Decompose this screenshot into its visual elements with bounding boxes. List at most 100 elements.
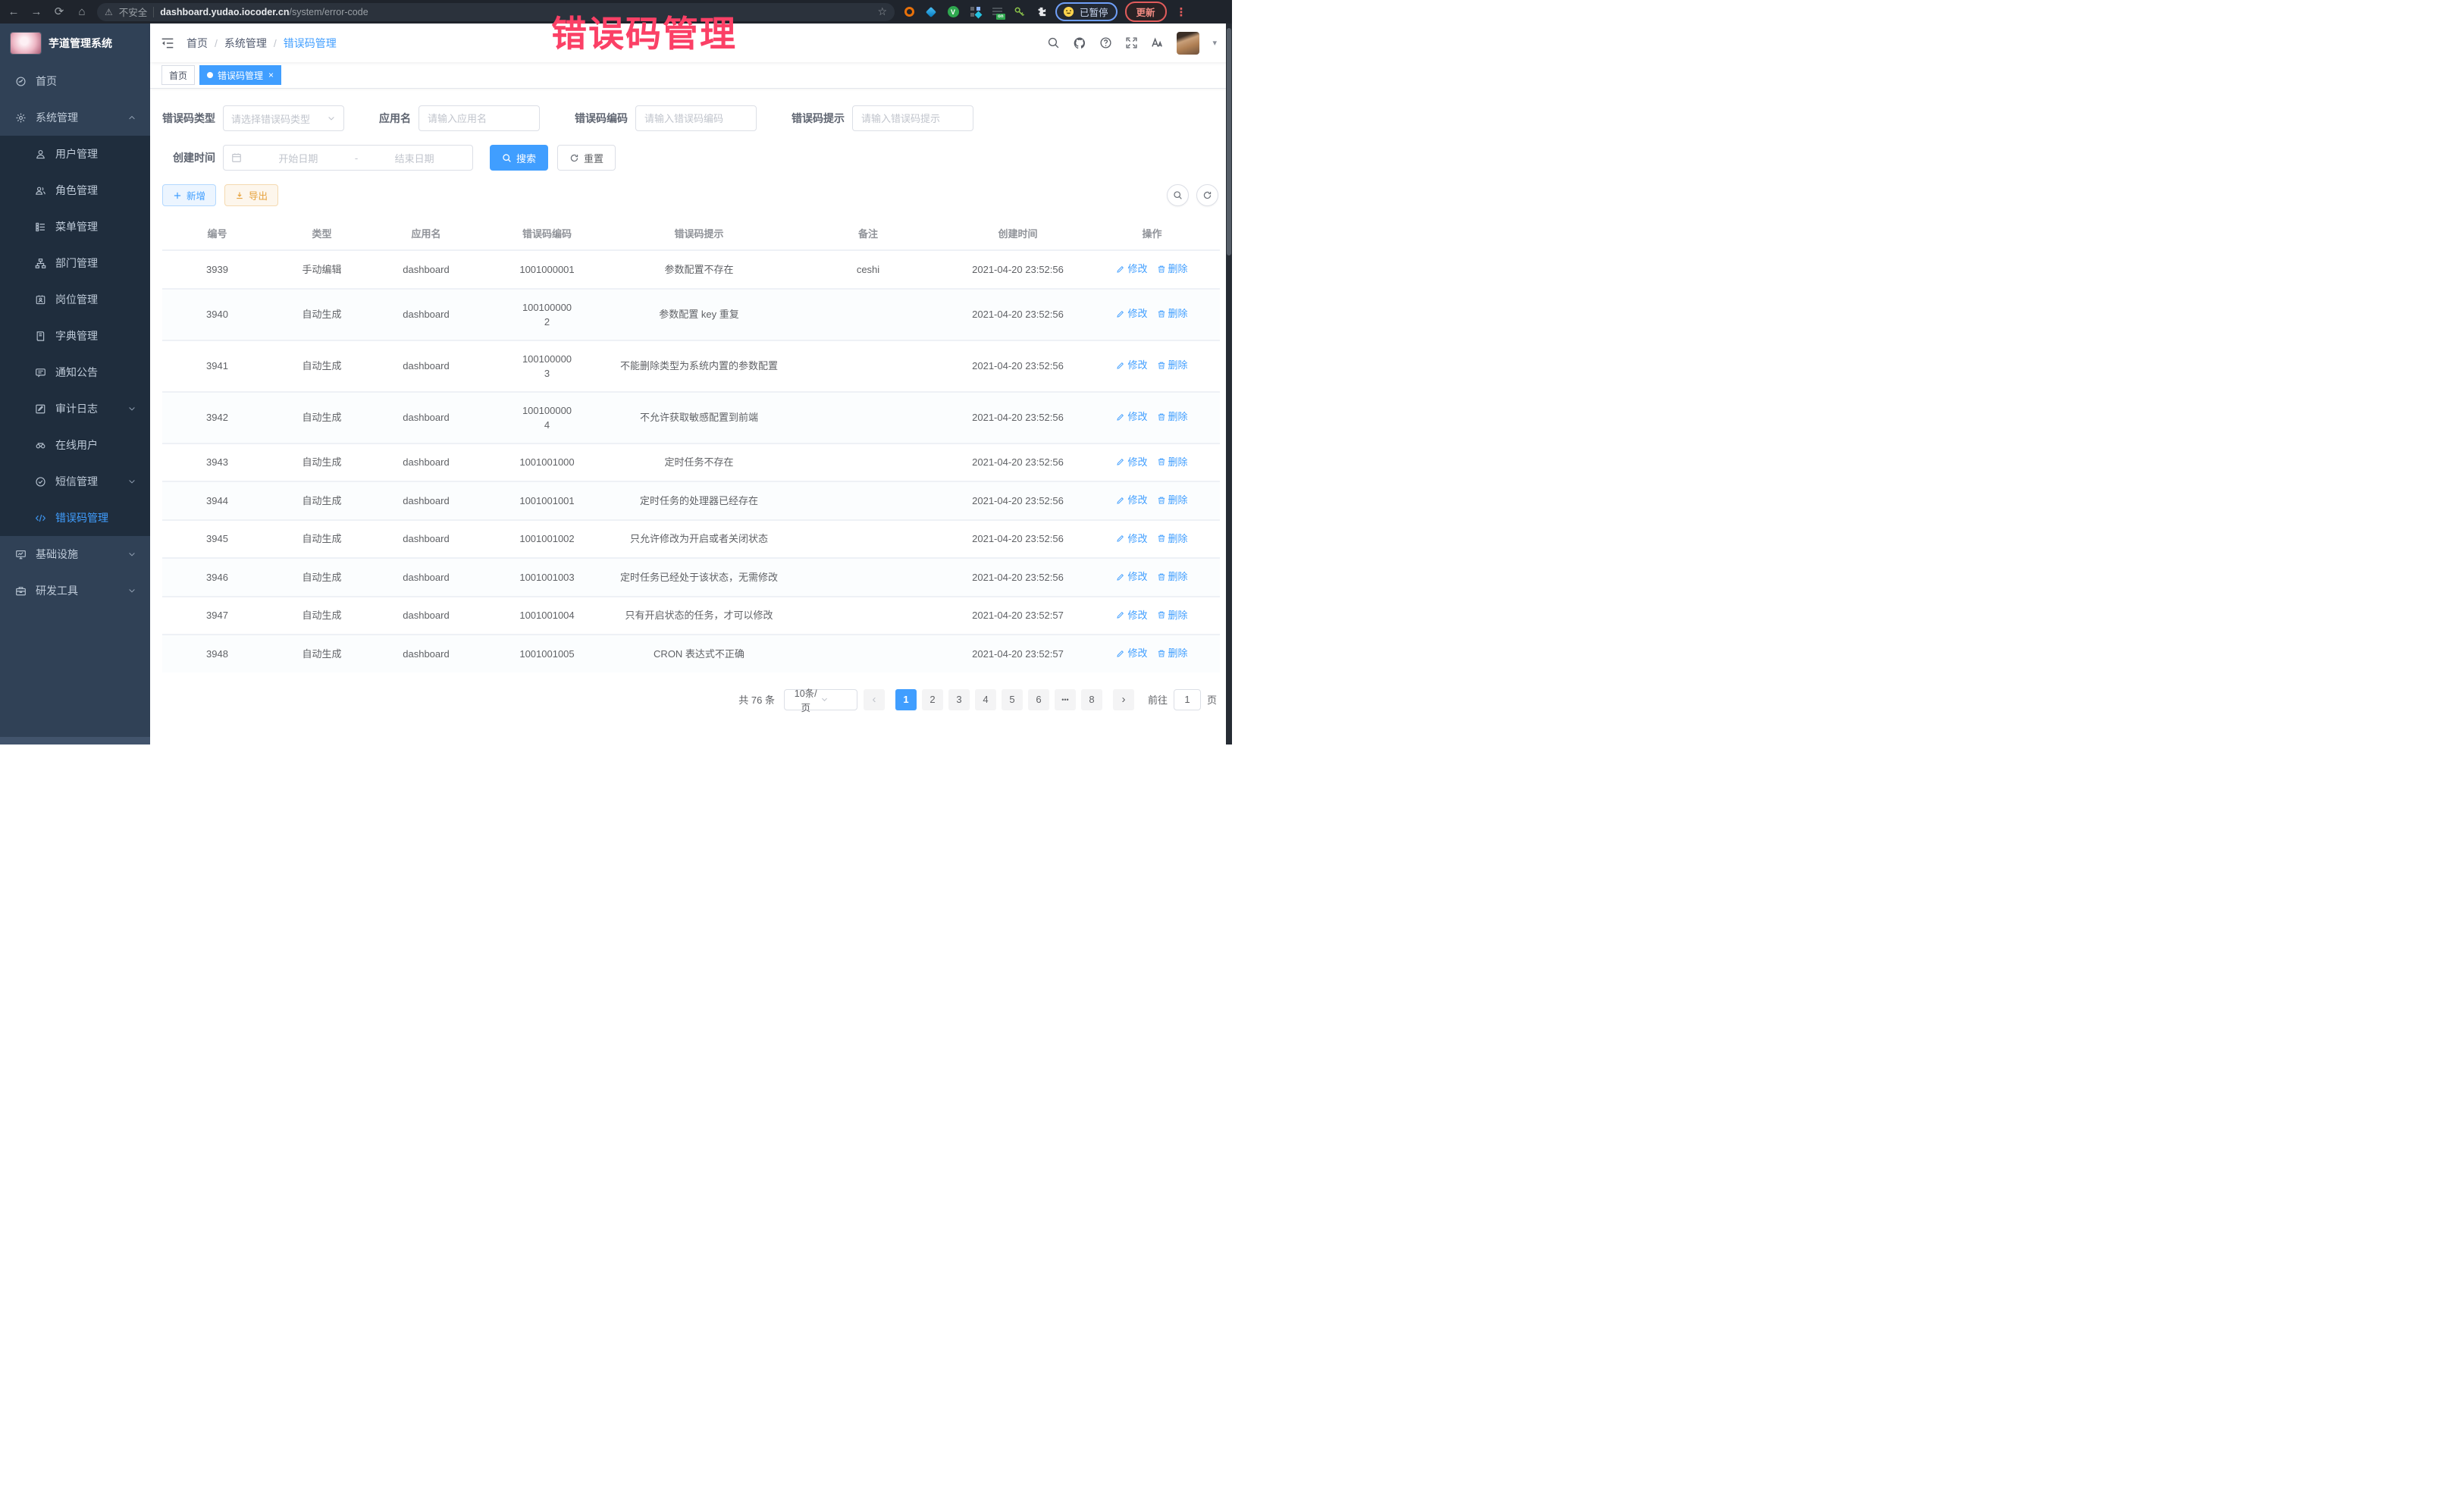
edit-link[interactable]: 修改 bbox=[1116, 409, 1147, 424]
page-button-8[interactable]: 8 bbox=[1081, 689, 1102, 710]
delete-link[interactable]: 删除 bbox=[1157, 646, 1188, 660]
edit-link[interactable]: 修改 bbox=[1116, 646, 1147, 660]
delete-link[interactable]: 删除 bbox=[1157, 608, 1188, 622]
home-icon[interactable]: ⌂ bbox=[74, 0, 89, 24]
forward-icon[interactable]: → bbox=[29, 0, 44, 24]
page-button-3[interactable]: 3 bbox=[948, 689, 970, 710]
vue-devtools-extension-icon[interactable]: V bbox=[946, 5, 960, 19]
tab-close-icon[interactable]: × bbox=[268, 71, 274, 80]
key-extension-icon[interactable] bbox=[1012, 5, 1026, 19]
url-text[interactable]: dashboard.yudao.iocoder.cn/system/error-… bbox=[160, 7, 368, 17]
browser-update-button[interactable]: 更新 bbox=[1125, 2, 1167, 22]
switch-on-extension-icon[interactable]: on bbox=[990, 5, 1004, 19]
page-button-4[interactable]: 4 bbox=[975, 689, 996, 710]
search-icon[interactable] bbox=[1047, 36, 1060, 49]
page-button-6[interactable]: 6 bbox=[1028, 689, 1049, 710]
sidebar-item-infrastructure[interactable]: 基础设施 bbox=[0, 536, 150, 572]
error-message-input[interactable] bbox=[852, 105, 973, 131]
back-icon[interactable]: ← bbox=[6, 0, 21, 24]
sidebar-item-system-management[interactable]: 系统管理 bbox=[0, 99, 150, 136]
page-size-select[interactable]: 10条/页 bbox=[784, 689, 857, 710]
grid-extension-icon[interactable] bbox=[968, 5, 982, 19]
delete-link[interactable]: 删除 bbox=[1157, 409, 1188, 424]
orange-ring-extension-icon[interactable] bbox=[902, 5, 916, 19]
more-pages-button[interactable]: ••• bbox=[1055, 689, 1076, 710]
sidebar-item-department-management[interactable]: 部门管理 bbox=[0, 245, 150, 281]
reset-button[interactable]: 重置 bbox=[557, 145, 616, 171]
sidebar-item-sms-management[interactable]: 短信管理 bbox=[0, 463, 150, 500]
next-page-button[interactable]: › bbox=[1113, 689, 1134, 710]
sidebar-item-dev-tools[interactable]: 研发工具 bbox=[0, 572, 150, 609]
edit-link[interactable]: 修改 bbox=[1116, 569, 1147, 584]
page-button-5[interactable]: 5 bbox=[1002, 689, 1023, 710]
font-size-icon[interactable] bbox=[1151, 36, 1164, 49]
delete-link[interactable]: 删除 bbox=[1157, 531, 1188, 546]
edit-link[interactable]: 修改 bbox=[1116, 262, 1147, 276]
page-button-1[interactable]: 1 bbox=[895, 689, 917, 710]
sidebar-item-role-management[interactable]: 角色管理 bbox=[0, 172, 150, 208]
edit-link[interactable]: 修改 bbox=[1116, 608, 1147, 622]
edit-link[interactable]: 修改 bbox=[1116, 455, 1147, 469]
error-code-type-select[interactable]: 请选择错误码类型 bbox=[223, 105, 344, 131]
sidebar-item-menu-management[interactable]: 菜单管理 bbox=[0, 208, 150, 245]
page-size-value: 10条/页 bbox=[791, 685, 821, 714]
scrollbar-thumb[interactable] bbox=[1227, 28, 1231, 255]
fullscreen-icon[interactable] bbox=[1125, 36, 1138, 49]
tab-error-code-management[interactable]: 错误码管理× bbox=[199, 65, 281, 85]
end-date-placeholder[interactable]: 结束日期 bbox=[364, 151, 465, 165]
app-name-input[interactable] bbox=[419, 105, 540, 131]
show-search-button[interactable] bbox=[1167, 184, 1189, 206]
error-code-input[interactable] bbox=[635, 105, 757, 131]
breadcrumb-item[interactable]: 系统管理 bbox=[224, 36, 267, 51]
page-button-2[interactable]: 2 bbox=[922, 689, 943, 710]
help-icon[interactable] bbox=[1099, 36, 1112, 49]
delete-link[interactable]: 删除 bbox=[1157, 358, 1188, 372]
prev-page-button[interactable]: ‹ bbox=[864, 689, 885, 710]
cell-type: 自动生成 bbox=[272, 520, 371, 559]
address-bar[interactable]: ⚠ 不安全 dashboard.yudao.iocoder.cn/system/… bbox=[97, 3, 895, 21]
sidebar-item-online-users[interactable]: 在线用户 bbox=[0, 427, 150, 463]
start-date-placeholder[interactable]: 开始日期 bbox=[248, 151, 349, 165]
sidebar-item-user-management[interactable]: 用户管理 bbox=[0, 136, 150, 172]
add-button[interactable]: 新增 bbox=[162, 184, 216, 206]
delete-link[interactable]: 删除 bbox=[1157, 455, 1188, 469]
column-header-type: 类型 bbox=[272, 218, 371, 250]
search-button[interactable]: 搜索 bbox=[490, 145, 548, 171]
user-avatar[interactable] bbox=[1177, 32, 1199, 55]
warning-icon: ⚠ bbox=[105, 7, 113, 17]
reload-icon[interactable]: ⟳ bbox=[52, 0, 67, 24]
breadcrumb-item[interactable]: 首页 bbox=[187, 36, 208, 51]
delete-link[interactable]: 删除 bbox=[1157, 493, 1188, 507]
edit-link[interactable]: 修改 bbox=[1116, 493, 1147, 507]
cell-id: 3944 bbox=[162, 481, 272, 520]
delete-link[interactable]: 删除 bbox=[1157, 262, 1188, 276]
sidebar-item-post-management[interactable]: 岗位管理 bbox=[0, 281, 150, 318]
sidebar-item-dict-management[interactable]: 字典管理 bbox=[0, 318, 150, 354]
user-menu-caret-icon[interactable]: ▾ bbox=[1212, 38, 1217, 48]
sidebar-item-notice-announcement[interactable]: 通知公告 bbox=[0, 354, 150, 390]
github-icon[interactable] bbox=[1073, 36, 1086, 50]
cell-app: dashboard bbox=[371, 481, 481, 520]
edit-link[interactable]: 修改 bbox=[1116, 306, 1147, 321]
table-toolbar: 新增 导出 bbox=[162, 184, 1220, 206]
export-button[interactable]: 导出 bbox=[224, 184, 278, 206]
security-badge[interactable]: 不安全 bbox=[119, 5, 148, 19]
edit-link[interactable]: 修改 bbox=[1116, 358, 1147, 372]
tab-home[interactable]: 首页 bbox=[161, 65, 195, 85]
sidebar-item-error-code-management[interactable]: 错误码管理 bbox=[0, 500, 150, 536]
paused-extension-badge[interactable]: 已暂停 bbox=[1055, 2, 1118, 21]
delete-link[interactable]: 删除 bbox=[1157, 569, 1188, 584]
bookmark-star-icon[interactable]: ☆ bbox=[877, 5, 887, 18]
table-row: 3940自动生成dashboard1001000002参数配置 key 重复20… bbox=[162, 289, 1220, 340]
kebab-menu-icon[interactable]: ⋮ bbox=[1174, 5, 1189, 19]
delete-link[interactable]: 删除 bbox=[1157, 306, 1188, 321]
date-range-picker[interactable]: 开始日期 - 结束日期 bbox=[223, 145, 473, 171]
sidebar-item-audit-log[interactable]: 审计日志 bbox=[0, 390, 150, 427]
sidebar-item-home[interactable]: 首页 bbox=[0, 63, 150, 99]
sidebar-collapse-icon[interactable] bbox=[161, 36, 174, 50]
goto-page-input[interactable] bbox=[1174, 689, 1201, 710]
puzzle-extension-icon[interactable] bbox=[1034, 5, 1048, 19]
refresh-table-button[interactable] bbox=[1196, 184, 1218, 206]
edit-link[interactable]: 修改 bbox=[1116, 531, 1147, 546]
blue-gem-extension-icon[interactable] bbox=[924, 5, 938, 19]
